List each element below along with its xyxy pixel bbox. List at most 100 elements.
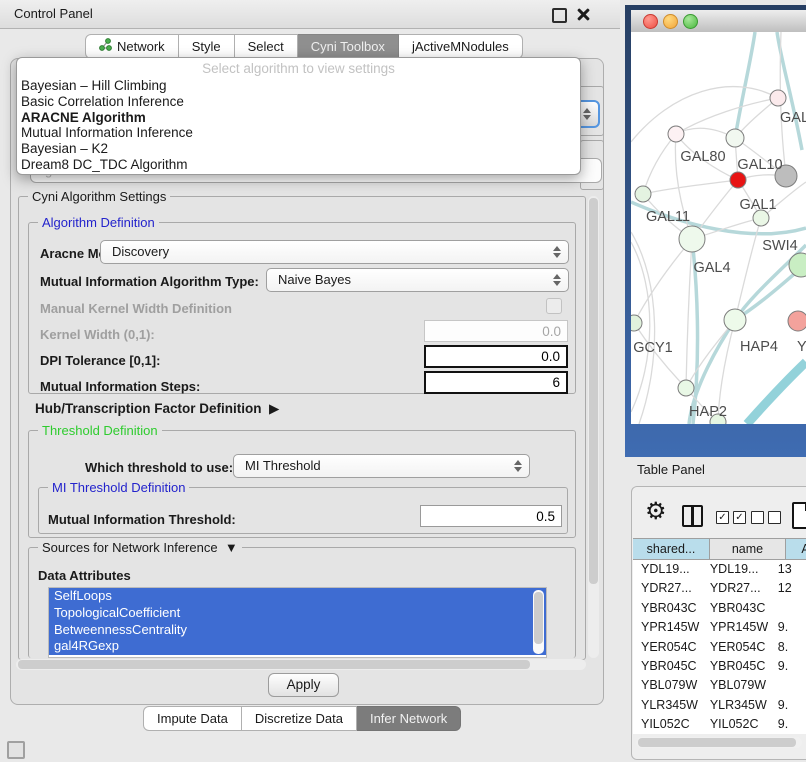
tab-label: Select	[248, 35, 284, 58]
mi-threshold-input[interactable]	[420, 505, 562, 527]
table-cell: 12	[770, 579, 806, 598]
collapsed-arrow-icon: ▶	[265, 401, 279, 416]
table-cell: 9.	[770, 696, 806, 715]
sources-title-row[interactable]: Sources for Network Inference ▼	[38, 541, 242, 554]
node-gal1[interactable]	[730, 172, 746, 188]
kernel-width-input[interactable]	[424, 320, 568, 342]
horizontal-scrollbar[interactable]	[16, 659, 586, 670]
apply-button[interactable]: Apply	[268, 673, 339, 697]
network-edge[interactable]	[634, 239, 692, 323]
vertical-scrollbar[interactable]	[588, 196, 599, 658]
mi-steps-label: Mutual Information Steps:	[40, 379, 200, 394]
algorithm-item-bayesian-k2[interactable]: Bayesian – K2	[17, 141, 580, 157]
table-row[interactable]: YLR345WYLR345W9.	[633, 696, 806, 715]
node-label-gal: GAL	[780, 110, 806, 126]
node-gal11[interactable]	[635, 186, 651, 202]
node-gal10[interactable]	[726, 129, 744, 147]
network-graph: GALGAL80GAL10GAL1GAL11SWI4GAL4GCY1HAP4YH…	[631, 32, 806, 424]
table-row[interactable]: YER054CYER054C8.	[633, 638, 806, 657]
table-horizontal-scrollbar[interactable]	[636, 737, 802, 748]
column-header-name[interactable]: name	[710, 538, 786, 560]
table-cell	[770, 676, 806, 695]
table-row[interactable]: YBR045CYBR045C9.	[633, 657, 806, 676]
dpi-tolerance-input[interactable]	[424, 345, 568, 368]
control-panel-titlebar	[0, 0, 620, 29]
aracne-mode-combo[interactable]: Discovery	[100, 240, 569, 264]
hub-section-toggle[interactable]: Hub/Transcription Factor Definition ▶	[35, 401, 279, 417]
table-row[interactable]: YPR145WYPR145W9.	[633, 618, 806, 637]
table-cell: YDL19...	[702, 560, 770, 579]
network-edge[interactable]	[631, 87, 778, 142]
mi-algorithm-type-combo[interactable]: Naive Bayes	[266, 268, 569, 292]
network-edge[interactable]	[735, 32, 755, 138]
checked-boxes-icon[interactable]: ✓✓	[716, 511, 746, 524]
tab-select[interactable]: Select	[235, 34, 298, 59]
node-salmon[interactable]	[788, 311, 806, 331]
column-header-shared[interactable]: shared...	[633, 538, 710, 560]
mac-zoom-icon[interactable]	[683, 14, 698, 29]
stepper-arrows-icon	[553, 273, 562, 287]
column-header-a[interactable]: A	[786, 538, 806, 560]
node-gal80[interactable]	[668, 126, 684, 142]
table-cell: YBR045C	[702, 657, 770, 676]
columns-icon[interactable]	[682, 505, 703, 527]
table-cell: YDR27...	[702, 579, 770, 598]
attribute-item-gal4rgexp[interactable]: gal4RGexp	[49, 638, 546, 655]
manual-kernel-checkbox[interactable]	[546, 298, 562, 314]
data-attributes-items: SelfLoopsTopologicalCoefficientBetweenne…	[49, 588, 546, 655]
data-attributes-list[interactable]: SelfLoopsTopologicalCoefficientBetweenne…	[48, 587, 547, 658]
algorithm-item-mutual-information-inference[interactable]: Mutual Information Inference	[17, 125, 580, 141]
table-row[interactable]: YDL19...YDL19...13	[633, 560, 806, 579]
table-panel-title: Table Panel	[637, 461, 705, 479]
tab-jactivemnodules[interactable]: jActiveMNodules	[399, 34, 523, 59]
float-window-icon[interactable]	[552, 8, 567, 23]
tab-cyni-toolbox[interactable]: Cyni Toolbox	[298, 34, 399, 59]
close-icon[interactable]	[577, 8, 590, 21]
which-threshold-value: MI Threshold	[245, 458, 321, 473]
attribute-item-topologicalcoefficient[interactable]: TopologicalCoefficient	[49, 605, 546, 622]
algorithm-item-basic-correlation-inference[interactable]: Basic Correlation Inference	[17, 94, 580, 110]
attribute-item-betweennesscentrality[interactable]: BetweennessCentrality	[49, 622, 546, 639]
network-canvas[interactable]: GALGAL80GAL10GAL1GAL11SWI4GAL4GCY1HAP4YH…	[631, 32, 806, 424]
mac-close-icon[interactable]	[643, 14, 658, 29]
page-icon[interactable]	[792, 502, 806, 529]
node-label-y: Y	[797, 339, 806, 355]
table-cell: YBL079W	[633, 676, 702, 695]
node-label-gcy1: GCY1	[633, 340, 673, 356]
tab-discretize-data[interactable]: Discretize Data	[242, 706, 357, 731]
algorithm-item-bayesian-hill-climbing[interactable]: Bayesian – Hill Climbing	[17, 78, 580, 94]
dock-icon[interactable]	[7, 741, 25, 759]
kernel-width-label: Kernel Width (0,1):	[40, 327, 155, 342]
which-threshold-combo[interactable]: MI Threshold	[233, 454, 530, 478]
table-cell	[770, 599, 806, 618]
unchecked-boxes-icon[interactable]	[751, 511, 781, 524]
algorithm-item-dream8-dc-tdc-algorithm[interactable]: Dream8 DC_TDC Algorithm	[17, 157, 580, 173]
node-hap2[interactable]	[678, 380, 694, 396]
attribute-item-selfloops[interactable]: SelfLoops	[49, 588, 546, 605]
network-edge[interactable]	[686, 239, 692, 388]
algorithm-item-aracne-algorithm[interactable]: ARACNE Algorithm	[17, 110, 580, 126]
tab-infer-network[interactable]: Infer Network	[357, 706, 461, 731]
node-right-green[interactable]	[789, 253, 806, 277]
tab-style[interactable]: Style	[179, 34, 235, 59]
node-label-gal10: GAL10	[737, 157, 782, 173]
node-gcy1[interactable]	[631, 315, 642, 331]
network-edge[interactable]	[747, 362, 806, 424]
mac-minimize-icon[interactable]	[663, 14, 678, 29]
mi-steps-input[interactable]	[424, 371, 568, 394]
table-row[interactable]: YBR043CYBR043C	[633, 599, 806, 618]
tab-impute-data[interactable]: Impute Data	[143, 706, 242, 731]
network-edge[interactable]	[643, 134, 676, 194]
table-cell: YLR345W	[702, 696, 770, 715]
list-scrollbar[interactable]	[533, 590, 544, 654]
gear-icon[interactable]: ⚙	[645, 500, 667, 524]
node-gal-top[interactable]	[770, 90, 786, 106]
node-gal4[interactable]	[679, 226, 705, 252]
node-hap4[interactable]	[724, 309, 746, 331]
table-row[interactable]: YDR27...YDR27...12	[633, 579, 806, 598]
tab-network[interactable]: Network	[85, 34, 179, 59]
control-panel-title: Control Panel	[14, 0, 93, 28]
table-row[interactable]: YBL079WYBL079W	[633, 676, 806, 695]
table-row[interactable]: YIL052CYIL052C9.	[633, 715, 806, 734]
network-edge[interactable]	[643, 180, 738, 194]
